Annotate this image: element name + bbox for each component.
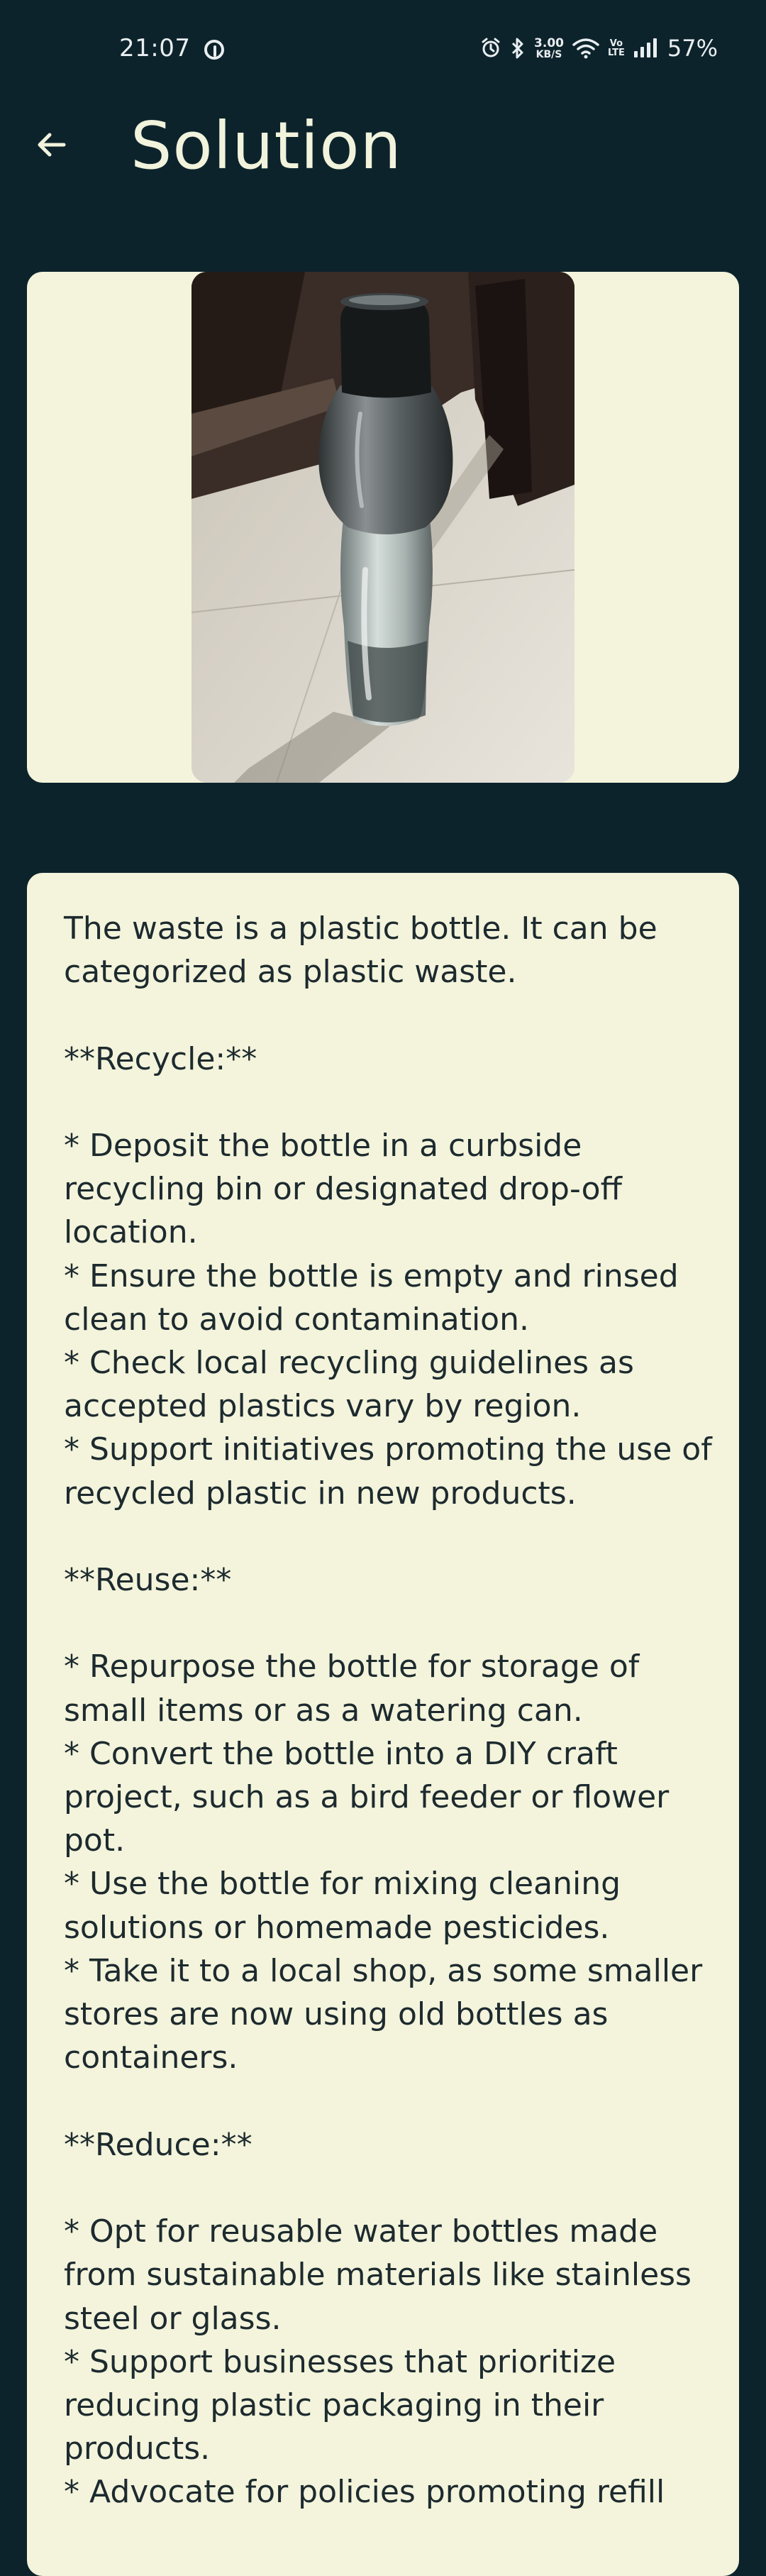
status-time: 21:07 [119, 34, 191, 62]
network-speed-unit: KB/S [535, 48, 562, 60]
image-card [27, 272, 739, 783]
pinterest-icon [204, 40, 224, 60]
status-bar: 21:07 3.00 KB/S Vo LTE 57% [0, 0, 766, 99]
volte-bottom: LTE [607, 48, 625, 58]
battery-level: 57% [667, 35, 718, 62]
signal-icon [633, 38, 657, 58]
solution-text: The waste is a plastic bottle. It can be… [64, 910, 712, 2511]
page-title: Solution [131, 108, 402, 184]
status-icons: 3.00 KB/S Vo LTE 57% [480, 31, 718, 65]
solution-card: The waste is a plastic bottle. It can be… [27, 873, 739, 2576]
volte-indicator: Vo LTE [608, 39, 625, 57]
waste-photo [192, 272, 574, 783]
wifi-icon [572, 38, 599, 59]
top-app-bar: Solution [0, 99, 766, 185]
network-speed: 3.00 KB/S [534, 35, 564, 60]
bluetooth-icon [510, 37, 526, 60]
back-button[interactable] [26, 119, 77, 170]
network-speed-value: 3.00 [534, 35, 564, 50]
arrow-back-icon [38, 133, 66, 157]
alarm-icon [480, 38, 501, 59]
